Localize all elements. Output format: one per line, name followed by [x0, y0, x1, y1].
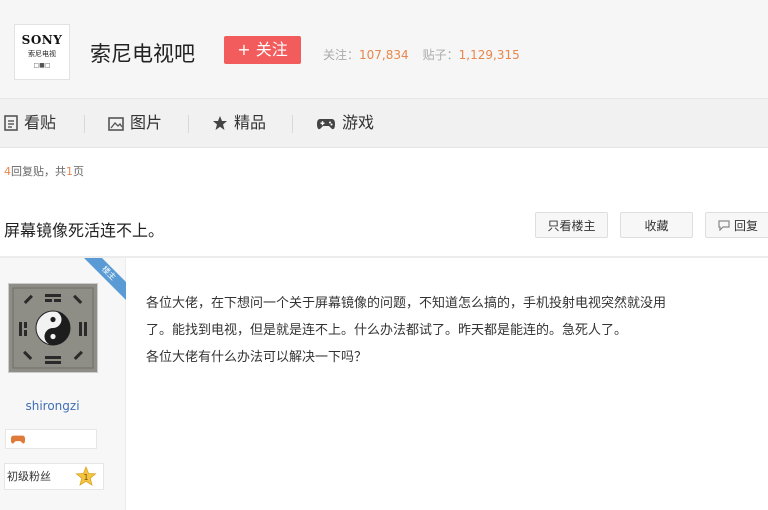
reply-count-text: 回复贴，共: [11, 165, 66, 178]
nav-label: 精品: [234, 113, 267, 132]
avatar[interactable]: [8, 283, 98, 373]
post-content: 各位大佬，在下想问一个关于屏幕镜像的问题，不知道怎么搞的，手机投射电视突然就没用…: [146, 290, 764, 371]
forum-nav: 看贴 图片 精品 游戏: [0, 98, 768, 148]
reply-count: 4回复贴，共1页: [4, 163, 84, 179]
level-number: 1: [83, 473, 88, 482]
author-level[interactable]: 初级粉丝 1: [4, 463, 104, 490]
level-name: 初级粉丝: [7, 470, 51, 483]
logo-mini: □■□: [33, 62, 51, 69]
reply-button[interactable]: 回复: [705, 212, 768, 238]
forum-stats: 关注：107,834 贴子：1,129,315: [323, 46, 520, 63]
post-line: 了。能找到电视，但是就是连不上。什么办法都试了。昨天都是能连的。急死人了。: [146, 323, 628, 338]
reply-button-label: 回复: [733, 219, 758, 233]
follow-button[interactable]: + 关注: [224, 36, 301, 64]
nav-item-featured[interactable]: 精品: [212, 99, 266, 147]
nav-divider: [292, 115, 293, 133]
logo-sub: 索尼电视: [28, 50, 56, 58]
forum-name[interactable]: 索尼电视吧: [90, 38, 195, 68]
only-op-button[interactable]: 只看楼主: [535, 212, 608, 238]
nav-item-games[interactable]: 游戏: [316, 99, 374, 147]
nav-divider: [84, 115, 85, 133]
nav-item-posts[interactable]: 看贴: [4, 99, 56, 147]
level-badge-icon: 1: [75, 466, 97, 486]
nav-item-images[interactable]: 图片: [108, 99, 162, 147]
nav-label: 图片: [130, 113, 163, 132]
star-icon: [213, 116, 227, 130]
posts-count: 1,129,315: [458, 48, 520, 62]
comment-icon: [718, 220, 730, 232]
yin-yang-icon: [9, 284, 97, 372]
document-icon: [4, 115, 18, 131]
page-count-suffix: 页: [73, 165, 84, 178]
author-panel: 楼主 shirongzi 初级粉丝 1: [0, 258, 126, 510]
page-count-number: 1: [66, 165, 73, 178]
followers-count: 107,834: [359, 48, 409, 62]
followers-label: 关注：: [323, 48, 360, 62]
game-badge[interactable]: [5, 429, 97, 449]
forum-logo[interactable]: SONY 索尼电视 □■□: [14, 24, 70, 80]
reply-count-number: 4: [4, 165, 11, 178]
gamepad-icon: [317, 119, 335, 130]
nav-divider: [188, 115, 189, 133]
forum-header: SONY 索尼电视 □■□ 索尼电视吧 + 关注 关注：107,834 贴子：1,…: [0, 0, 768, 98]
author-username[interactable]: shirongzi: [0, 399, 105, 413]
post-line: 各位大佬，在下想问一个关于屏幕镜像的问题，不知道怎么搞的，手机投射电视突然就没用: [146, 296, 667, 311]
nav-label: 游戏: [342, 113, 375, 132]
thread-title-bar: 屏幕镜像死活连不上。 只看楼主 收藏 回复: [0, 196, 768, 258]
game-badge-icon: [10, 435, 26, 444]
nav-label: 看贴: [24, 113, 57, 132]
collect-button[interactable]: 收藏: [620, 212, 693, 238]
thread-title: 屏幕镜像死活连不上。: [4, 221, 165, 240]
post-line: 各位大佬有什么办法可以解决一下吗？: [146, 350, 368, 365]
image-icon: [108, 117, 124, 131]
posts-label: 贴子：: [422, 48, 459, 62]
logo-brand: SONY: [21, 33, 63, 47]
